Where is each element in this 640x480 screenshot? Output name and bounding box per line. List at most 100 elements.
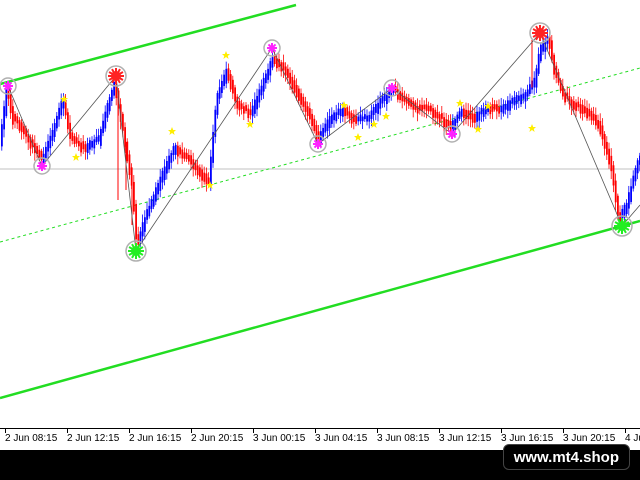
candle-body — [166, 160, 168, 174]
candle-body — [614, 180, 617, 203]
candle-body — [234, 87, 236, 102]
candle-body — [45, 146, 47, 159]
time-tick-label: 3 Jun 16:15 — [501, 433, 554, 444]
candle-body — [592, 113, 595, 121]
candle-body — [612, 165, 615, 186]
candle-body — [179, 147, 181, 155]
candle-body — [535, 68, 538, 88]
candle-body — [443, 117, 445, 128]
candle-body — [38, 149, 41, 159]
candle-body — [480, 107, 483, 115]
candle-body — [493, 104, 496, 110]
candle-body — [100, 128, 102, 146]
candle-body — [496, 104, 498, 112]
candle-body — [106, 103, 109, 118]
candle-body — [251, 105, 254, 117]
candle-body — [287, 68, 289, 78]
marker-core — [131, 246, 141, 256]
candle-body — [526, 89, 529, 97]
green-sun-marker — [125, 240, 147, 262]
candle-body — [47, 140, 49, 152]
yellow-star-marker — [168, 127, 176, 135]
candle-body — [366, 115, 368, 122]
candle-body — [597, 119, 599, 129]
candle-body — [67, 112, 69, 130]
candle-body — [188, 154, 190, 162]
upper-channel-line — [0, 3, 297, 86]
watermark-link[interactable]: www.mt4.shop — [502, 444, 630, 470]
candle-body — [240, 103, 243, 110]
candle-body — [205, 173, 208, 185]
candle-body — [427, 105, 430, 112]
candle-body — [529, 84, 531, 95]
candle-body — [108, 97, 111, 112]
candle-body — [1, 124, 3, 147]
candle-body — [78, 140, 80, 147]
candle-body — [322, 127, 324, 138]
candle-body — [80, 142, 82, 153]
candle-body — [599, 120, 602, 135]
time-tick-label: 3 Jun 12:15 — [439, 433, 492, 444]
candle-body — [359, 114, 362, 122]
time-tick-label: 3 Jun 04:15 — [315, 433, 368, 444]
candle-body — [579, 104, 582, 114]
candlestick-chart[interactable] — [0, 0, 640, 428]
candle-body — [141, 222, 144, 237]
candle-body — [603, 134, 606, 149]
candle-body — [581, 104, 584, 114]
candle-body — [436, 111, 439, 119]
candle-body — [49, 135, 52, 149]
time-tick-label: 2 Jun 12:15 — [67, 433, 120, 444]
candle-body — [449, 120, 452, 130]
candle-body — [610, 155, 613, 172]
candle-body — [456, 114, 459, 123]
time-tick-label: 2 Jun 08:15 — [5, 433, 58, 444]
candle-body — [357, 116, 360, 122]
candle-body — [372, 106, 375, 116]
candle-body — [227, 68, 230, 81]
candle-body — [511, 97, 514, 104]
candle-body — [159, 176, 162, 191]
candle-body — [291, 76, 294, 90]
candle-body — [271, 57, 274, 68]
candle-body — [588, 108, 591, 117]
candle-body — [636, 160, 639, 174]
candle-body — [269, 61, 272, 76]
candle-body — [590, 110, 593, 121]
candle-body — [337, 108, 340, 115]
candle-body — [575, 102, 577, 111]
candle-body — [379, 98, 382, 109]
marker-core — [111, 71, 121, 81]
candle-body — [152, 194, 155, 207]
candle-body — [518, 95, 520, 101]
time-tick-label: 2 Jun 20:15 — [191, 433, 244, 444]
candle-body — [584, 106, 586, 114]
candle-body — [478, 111, 481, 121]
candle-body — [199, 167, 201, 177]
candle-body — [342, 107, 344, 117]
price-chart-area[interactable] — [0, 0, 640, 428]
candle-body — [16, 116, 19, 124]
yellow-star-marker — [382, 112, 390, 120]
red-sun-marker — [529, 22, 551, 44]
candle-body — [75, 137, 78, 144]
candle-body — [23, 126, 25, 135]
candle-body — [238, 100, 241, 111]
candle-body — [522, 93, 525, 99]
candle-body — [254, 99, 256, 114]
candle-body — [502, 104, 505, 114]
candle-body — [504, 103, 507, 110]
zigzag-line — [7, 32, 640, 253]
candle-body — [18, 120, 21, 131]
candle-body — [533, 77, 536, 88]
candle-body — [58, 107, 60, 120]
candle-body — [515, 95, 518, 104]
candle-body — [144, 217, 146, 232]
candle-body — [540, 44, 542, 62]
candle-body — [267, 68, 269, 80]
candle-body — [537, 53, 540, 74]
candle-body — [203, 172, 206, 182]
magenta-star-ring-marker — [33, 157, 51, 175]
candle-body — [174, 144, 177, 155]
candle-body — [56, 115, 58, 129]
